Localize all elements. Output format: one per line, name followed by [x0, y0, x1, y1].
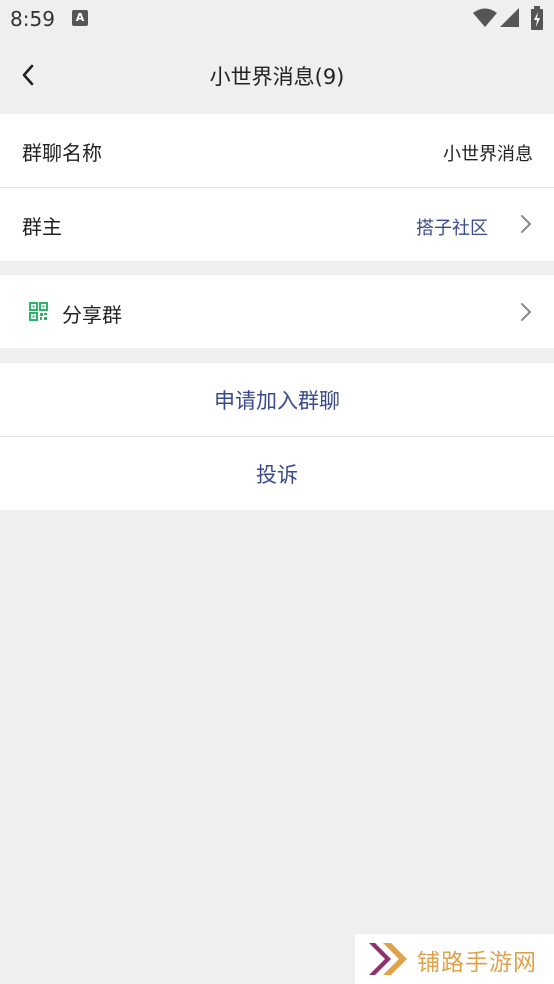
status-bar: 8:59 A: [0, 0, 554, 36]
wifi-icon: [473, 8, 497, 27]
watermark-logo-icon: [369, 943, 407, 975]
share-group-label: 分享群: [62, 303, 122, 327]
signal-icon: [500, 8, 519, 27]
group-owner-label: 群主: [22, 215, 62, 239]
group-owner-row[interactable]: 群主 搭子社区: [0, 188, 554, 261]
notification-icon: A: [72, 10, 88, 26]
watermark: 铺路手游网: [355, 934, 554, 984]
group-info-section: 群聊名称 小世界消息 群主 搭子社区: [0, 114, 554, 261]
chevron-right-icon: [521, 303, 531, 321]
qr-code-icon: [29, 302, 48, 321]
report-button[interactable]: 投诉: [0, 459, 554, 489]
chevron-right-icon: [521, 215, 531, 233]
group-owner-value[interactable]: 搭子社区: [416, 214, 488, 240]
divider: [0, 436, 554, 437]
group-name-row: 群聊名称 小世界消息: [0, 114, 554, 187]
app-header: 小世界消息(9): [0, 36, 554, 114]
watermark-text: 铺路手游网: [417, 950, 537, 976]
group-name-label: 群聊名称: [22, 141, 102, 165]
group-name-value: 小世界消息: [443, 144, 533, 165]
battery-icon: [531, 6, 543, 30]
status-time: 8:59: [10, 7, 55, 31]
actions-section: 申请加入群聊 投诉: [0, 363, 554, 510]
page-title: 小世界消息(9): [209, 65, 345, 89]
join-group-button[interactable]: 申请加入群聊: [0, 385, 554, 415]
share-section: 分享群: [0, 275, 554, 348]
share-group-row[interactable]: 分享群: [0, 275, 554, 348]
